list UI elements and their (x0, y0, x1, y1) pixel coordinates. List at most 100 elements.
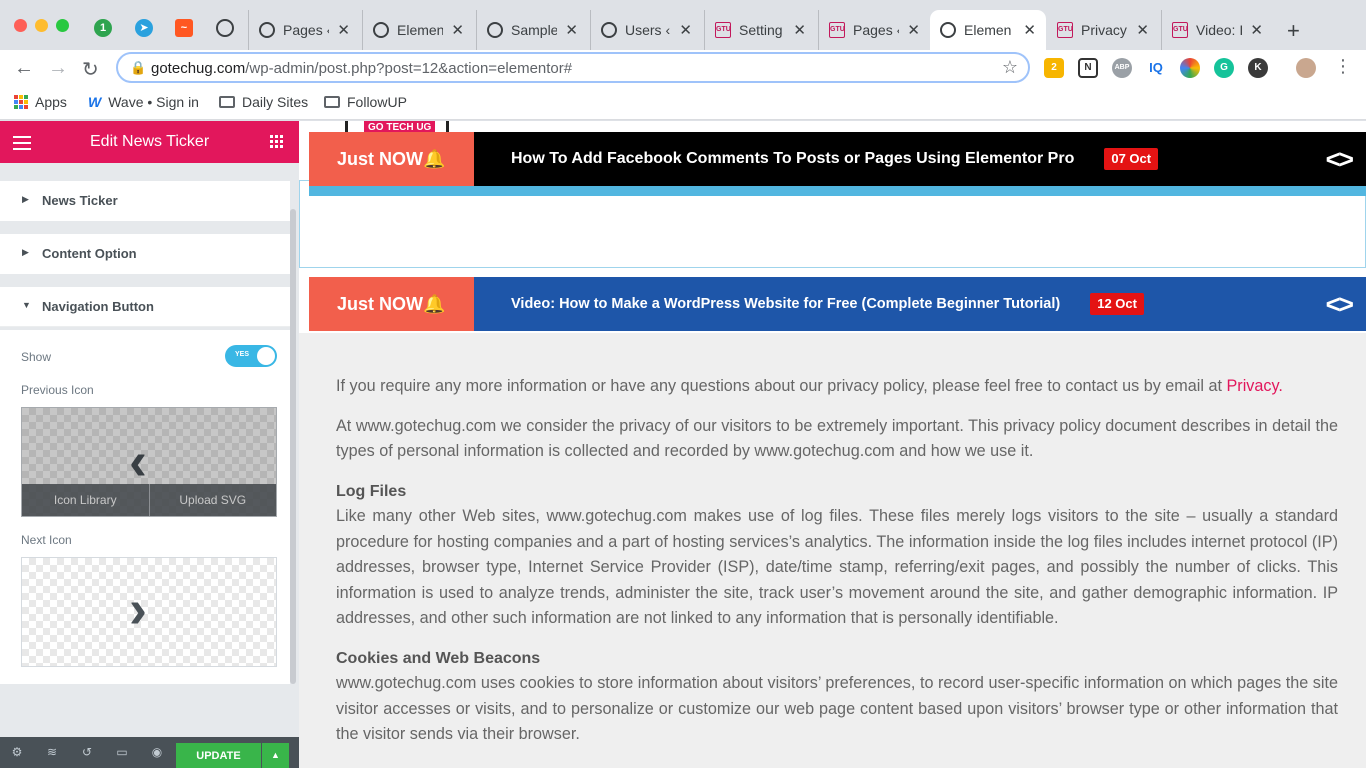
grammarly-icon[interactable]: G (1214, 58, 1234, 78)
profile-avatar[interactable] (1296, 58, 1316, 78)
bookmark-star-icon[interactable]: ☆ (1002, 57, 1018, 78)
upload-svg-button[interactable]: Upload SVG (148, 484, 277, 516)
bookmark-apps[interactable]: Apps (14, 94, 67, 110)
close-tab-icon[interactable]: ✕ (1136, 21, 1149, 39)
next-icon-picker[interactable]: › (21, 557, 277, 667)
ticker-headline-link[interactable]: Video: How to Make a WordPress Website f… (511, 277, 1144, 331)
tab-settings[interactable]: GTU Setting ✕ (704, 10, 816, 50)
widgets-grid-icon[interactable] (270, 135, 283, 148)
extension-n-icon[interactable]: N (1078, 58, 1098, 78)
tab-pages-2[interactable]: GTU Pages ‹ ✕ (818, 10, 930, 50)
new-tab-button[interactable]: + (1287, 18, 1300, 44)
gtu-favicon-icon: GTU (1057, 22, 1073, 38)
section-content-option[interactable]: ▶ Content Option (0, 234, 290, 274)
icon-library-button[interactable]: Icon Library (22, 484, 149, 516)
update-button[interactable]: UPDATE (176, 743, 261, 768)
pinned-tab-globe[interactable] (216, 19, 234, 37)
minimize-window-button[interactable] (35, 19, 48, 32)
chevron-right-icon: › (129, 579, 147, 639)
hamburger-menu-icon[interactable] (13, 136, 31, 154)
ticker-nav-arrows-icon[interactable]: <> (1326, 277, 1354, 331)
news-ticker-2: Just NOW🔔 Video: How to Make a WordPress… (309, 277, 1366, 331)
pinned-tab-telegram[interactable]: ➤ (135, 19, 153, 37)
ticker-progress-bar (309, 186, 1366, 196)
pinned-tab-analytics[interactable]: ~ (175, 19, 193, 37)
responsive-desktop-icon[interactable]: ▭ (115, 745, 129, 759)
close-tab-icon[interactable]: ✕ (793, 21, 806, 39)
pinned-tab-1password[interactable]: 1 (94, 19, 112, 37)
tab-video[interactable]: GTU Video: I ✕ (1161, 10, 1273, 50)
reload-icon[interactable]: ↻ (82, 57, 99, 82)
bell-icon: 🔔 (423, 149, 446, 169)
close-tab-icon[interactable]: ✕ (337, 21, 350, 39)
extension-iq-icon[interactable]: IQ (1146, 58, 1166, 78)
chevron-left-icon: ‹ (129, 431, 147, 491)
preview-eye-icon[interactable]: ◉ (150, 745, 164, 759)
settings-gear-icon[interactable]: ⚙ (10, 745, 24, 759)
section-news-ticker[interactable]: ▶ News Ticker (0, 181, 290, 221)
tab-sample[interactable]: Sample ✕ (476, 10, 588, 50)
wave-logo-icon: W (88, 94, 102, 110)
maximize-window-button[interactable] (56, 19, 69, 32)
ticker-bar: How To Add Facebook Comments To Posts or… (474, 132, 1366, 186)
address-bar[interactable]: 🔒 gotechug.com/wp-admin/post.php?post=12… (116, 52, 1030, 83)
page-preview: ‹ GO TECH UG Just NOW🔔 How To Add Facebo… (299, 121, 1366, 768)
browser-toolbar: ← → ↻ 🔒 gotechug.com/wp-admin/post.php?p… (0, 50, 1366, 88)
url-text[interactable]: gotechug.com/wp-admin/post.php?post=12&a… (151, 60, 572, 77)
extension-k-icon[interactable]: K (1248, 58, 1268, 78)
close-tab-icon[interactable]: ✕ (1023, 21, 1036, 39)
panel-scrollbar[interactable] (290, 209, 296, 684)
tab-elementor-active[interactable]: Elemen ✕ (930, 10, 1046, 50)
ticker-nav-arrows-icon[interactable]: <> (1326, 132, 1354, 186)
close-tab-icon[interactable]: ✕ (451, 21, 464, 39)
previous-icon-label: Previous Icon (21, 383, 94, 397)
previous-icon-picker[interactable]: ‹ Icon Library Upload SVG (21, 407, 277, 517)
close-window-button[interactable] (14, 19, 27, 32)
paragraph: Like many other Web sites, www.gotechug.… (336, 507, 1338, 627)
folder-icon (219, 96, 235, 108)
extension-badge-icon[interactable]: 2 (1044, 58, 1064, 78)
history-icon[interactable]: ↺ (80, 745, 94, 759)
close-tab-icon[interactable]: ✕ (1250, 21, 1263, 39)
privacy-link[interactable]: Privacy. (1227, 377, 1283, 395)
forward-arrow-icon[interactable]: → (48, 57, 68, 80)
paragraph: If you require any more information or h… (336, 377, 1283, 395)
paragraph: www.gotechug.com uses cookies to store i… (336, 674, 1338, 743)
close-tab-icon[interactable]: ✕ (907, 21, 920, 39)
globe-icon (487, 22, 503, 38)
panel-title: Edit News Ticker (90, 133, 210, 150)
close-tab-icon[interactable]: ✕ (565, 21, 578, 39)
tab-strip: 1 ➤ ~ Pages ‹ ✕ Element ✕ Sample ✕ Users… (0, 0, 1366, 50)
menu-kebab-icon[interactable]: ⋮ (1334, 56, 1352, 77)
navigator-layers-icon[interactable]: ≋ (45, 745, 59, 759)
globe-icon (601, 22, 617, 38)
show-toggle[interactable]: YES (225, 345, 277, 367)
toggle-knob (257, 347, 275, 365)
ticker-headline-link[interactable]: How To Add Facebook Comments To Posts or… (511, 132, 1159, 186)
update-options-caret-icon[interactable]: ▲ (262, 743, 289, 768)
caret-down-icon: ▼ (22, 300, 31, 310)
privacy-policy-content: If you require any more information or h… (336, 374, 1338, 762)
adblock-icon[interactable]: ABP (1112, 58, 1132, 78)
navigation-button-controls: Show YES Previous Icon ‹ Icon Library Up… (0, 330, 290, 684)
bookmark-daily-sites[interactable]: Daily Sites (219, 94, 308, 110)
close-tab-icon[interactable]: ✕ (679, 21, 692, 39)
bookmark-followup[interactable]: FollowUP (324, 94, 407, 110)
tab-elementor-1[interactable]: Element ✕ (362, 10, 474, 50)
caret-right-icon: ▶ (22, 194, 29, 204)
panel-header: Edit News Ticker (0, 121, 299, 163)
color-picker-icon[interactable] (1180, 58, 1200, 78)
bookmarks-bar: Apps W Wave • Sign in Daily Sites Follow… (0, 88, 1366, 120)
tab-privacy[interactable]: GTU Privacy ✕ (1047, 10, 1159, 50)
ticker-date-badge: 12 Oct (1090, 293, 1144, 315)
bookmark-wave[interactable]: W Wave • Sign in (88, 94, 199, 110)
section-navigation-button[interactable]: ▼ Navigation Button (0, 287, 290, 327)
icon-picker-actions: Icon Library Upload SVG (22, 484, 276, 516)
tab-users[interactable]: Users ‹ ✕ (590, 10, 702, 50)
paragraph: At www.gotechug.com we consider the priv… (336, 416, 1338, 461)
tab-pages-1[interactable]: Pages ‹ ✕ (248, 10, 360, 50)
back-arrow-icon[interactable]: ← (14, 57, 34, 80)
heading-log-files: Log Files (336, 482, 407, 500)
ticker-date-badge: 07 Oct (1104, 148, 1159, 170)
ticker-label: Just NOW🔔 (309, 132, 490, 186)
